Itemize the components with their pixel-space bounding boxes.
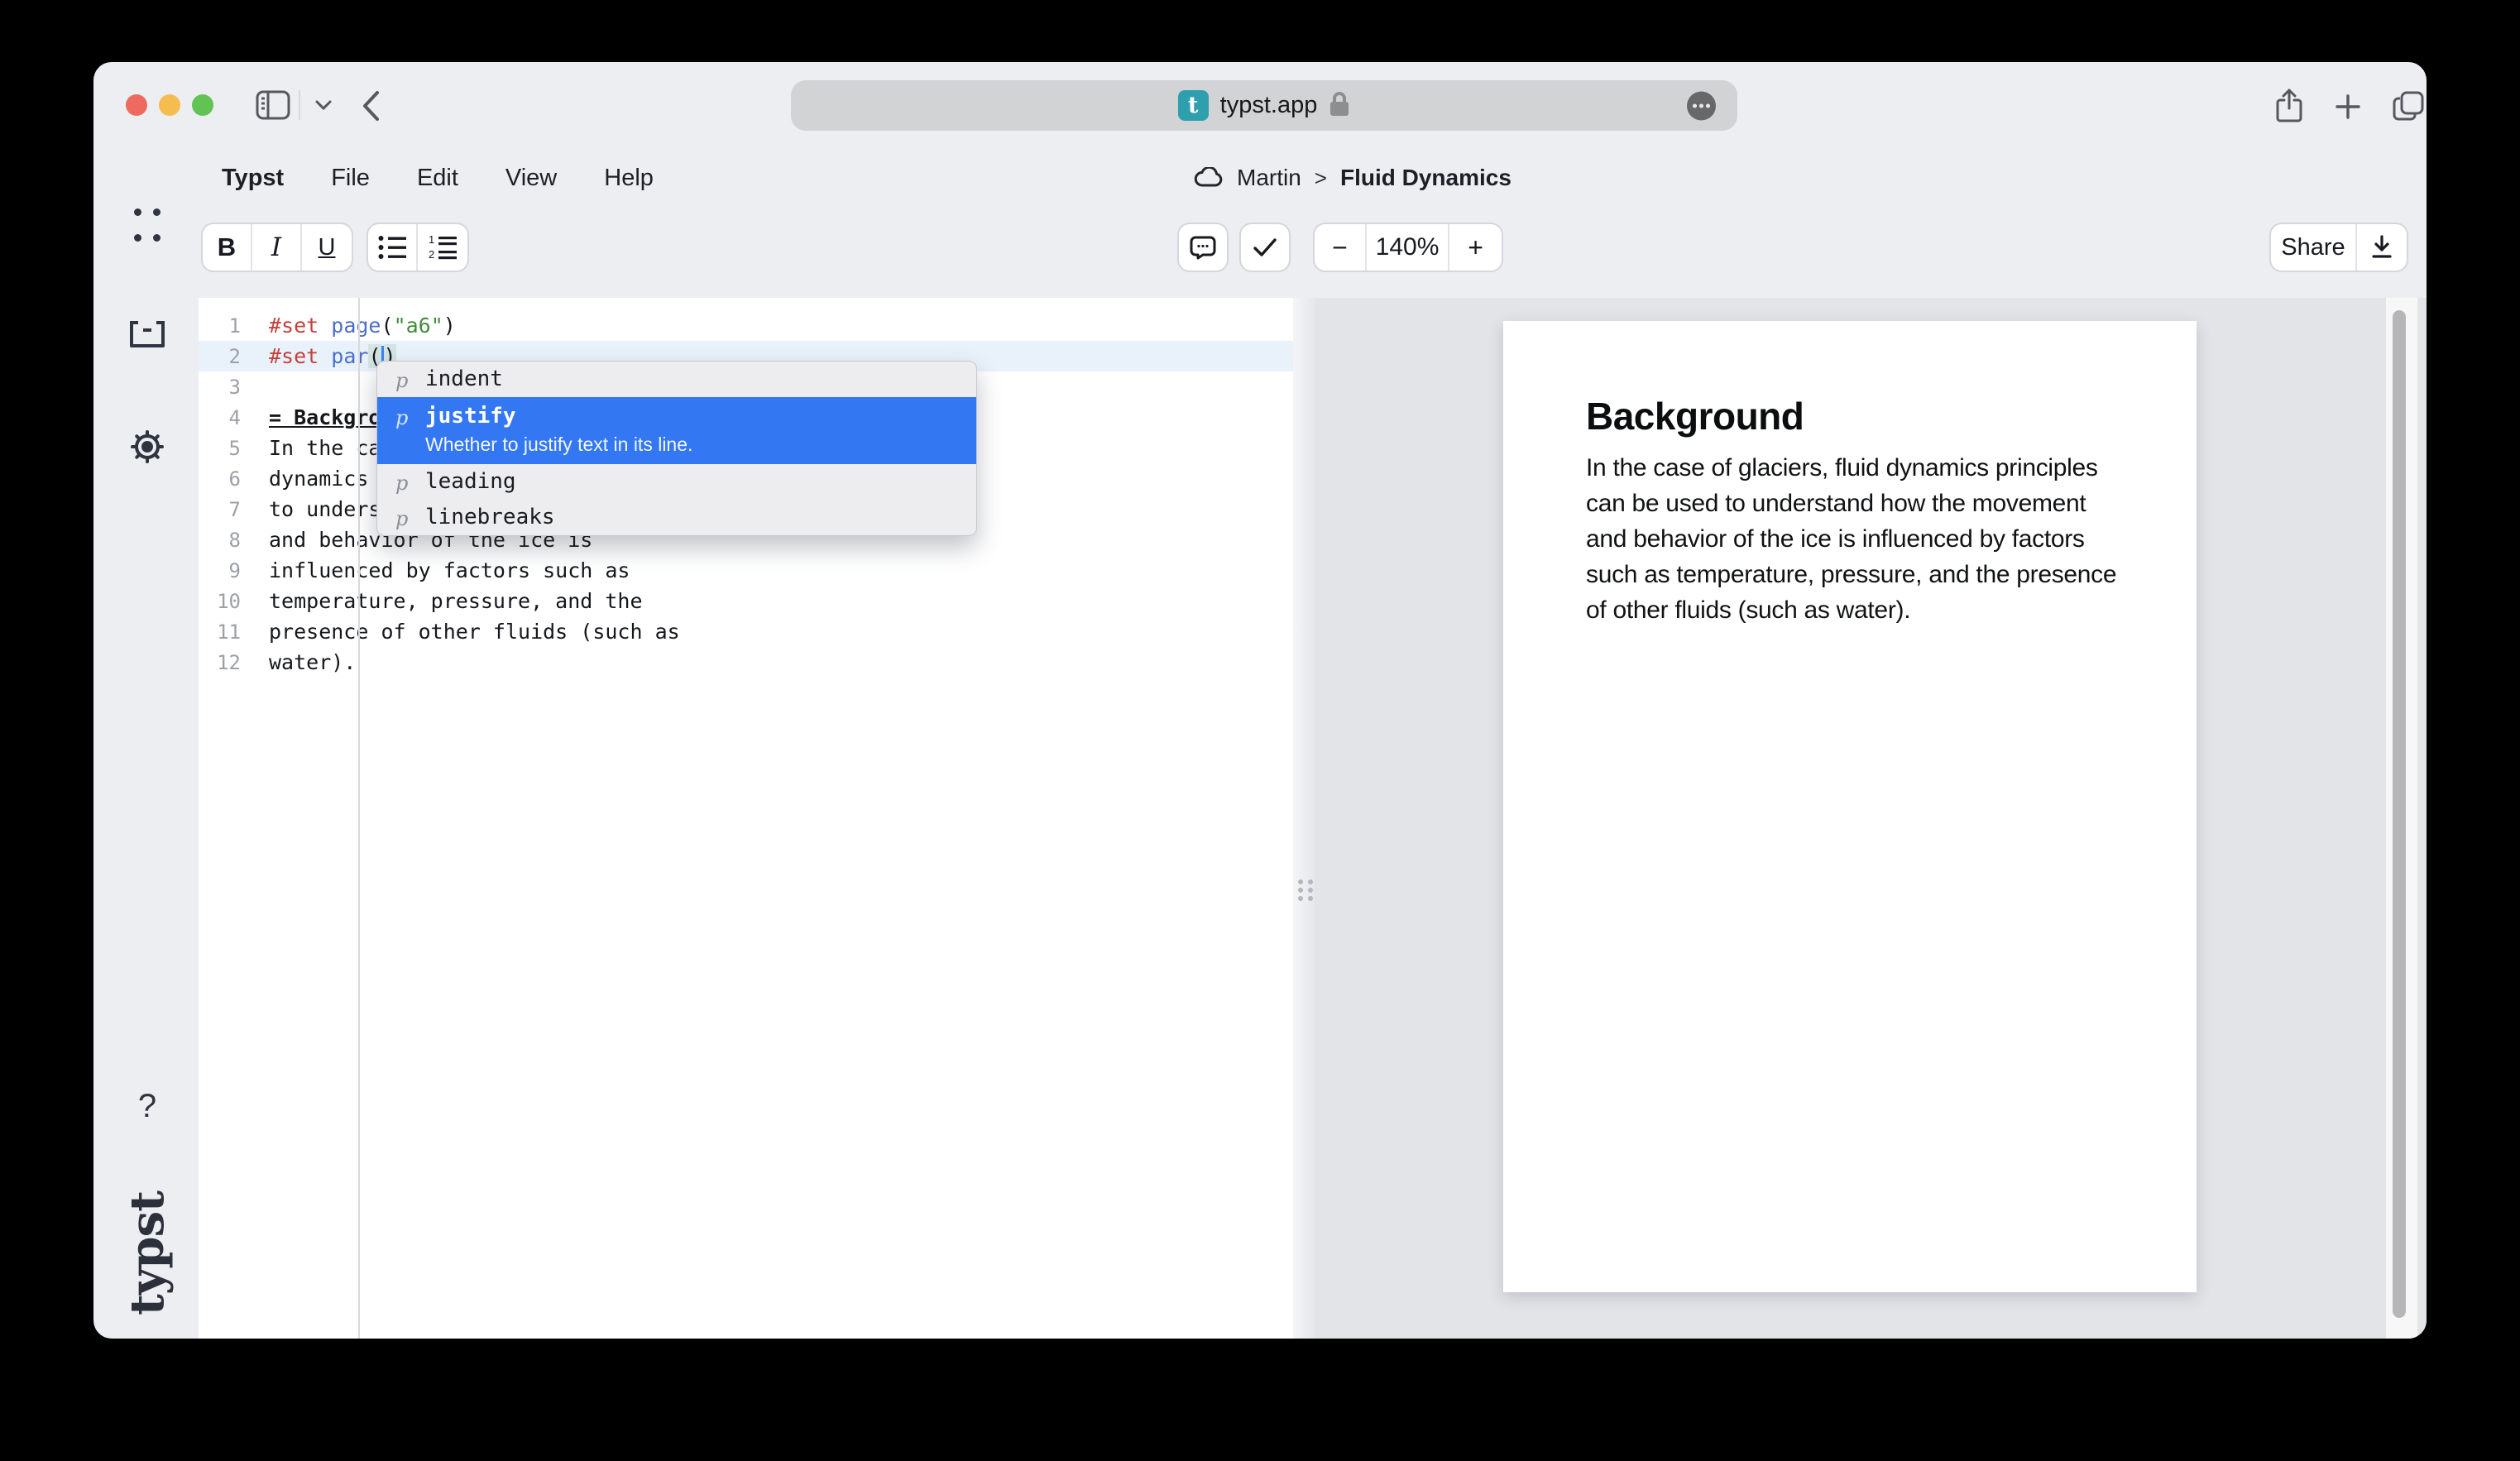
menu-file[interactable]: File xyxy=(331,165,370,192)
help-button[interactable]: ? xyxy=(127,1085,168,1127)
chrome-divider xyxy=(299,90,300,120)
menu-view[interactable]: View xyxy=(505,165,557,192)
param-marker: p xyxy=(395,505,425,530)
comment-icon xyxy=(1190,235,1216,260)
code-line[interactable]: 10temperature, pressure, and the xyxy=(199,586,1293,616)
share-page-icon[interactable] xyxy=(2275,89,2303,127)
browser-window: t typst.app xyxy=(93,62,2427,1339)
typst-logo: typst xyxy=(103,1162,191,1339)
line-number: 7 xyxy=(199,498,241,521)
italic-button[interactable]: I xyxy=(252,224,302,271)
new-tab-icon[interactable] xyxy=(2334,93,2362,125)
autocomplete-description: Whether to justify text in its line. xyxy=(425,434,692,456)
chevron-down-icon[interactable] xyxy=(314,98,333,116)
drag-dots-icon xyxy=(1298,879,1313,901)
desktop-background: t typst.app xyxy=(0,0,2520,1461)
breadcrumb: Martin > Fluid Dynamics xyxy=(1194,165,1512,191)
preview-heading: Background xyxy=(1586,394,2120,438)
line-number: 6 xyxy=(199,467,241,491)
zoom-in-button[interactable]: + xyxy=(1449,224,1502,271)
autocomplete-dropdown: p indent p justify Whether to justify te… xyxy=(376,361,977,536)
line-number: 1 xyxy=(199,314,241,338)
comment-button[interactable] xyxy=(1179,224,1227,271)
lock-icon xyxy=(1329,91,1350,122)
back-icon[interactable] xyxy=(360,89,381,127)
code-line[interactable]: 9influenced by factors such as xyxy=(199,555,1293,586)
param-marker: p xyxy=(395,469,425,495)
autocomplete-item-leading[interactable]: p leading xyxy=(377,464,976,500)
zoom-window-button[interactable] xyxy=(192,94,213,116)
preview-body: In the case of glaciers, fluid dynamics … xyxy=(1586,450,2120,628)
line-number: 11 xyxy=(199,620,241,644)
numbered-list-icon: 1 2 xyxy=(429,234,457,261)
url-text: typst.app xyxy=(1220,92,1318,119)
zoom-control-group: − 140% + xyxy=(1313,223,1503,272)
line-number: 4 xyxy=(199,406,241,429)
bold-button[interactable]: B xyxy=(203,224,252,271)
cloud-icon xyxy=(1194,167,1224,189)
app-menubar: Typst File Edit View Help xyxy=(222,165,654,192)
download-button[interactable] xyxy=(2357,224,2407,271)
zoom-level[interactable]: 140% xyxy=(1367,224,1449,271)
autocomplete-item-justify[interactable]: p justify Whether to justify text in its… xyxy=(377,397,976,464)
param-marker: p xyxy=(395,404,425,429)
files-tray-icon[interactable] xyxy=(127,314,168,356)
zoom-out-button[interactable]: − xyxy=(1315,224,1367,271)
svg-text:1: 1 xyxy=(429,234,434,246)
menu-edit[interactable]: Edit xyxy=(417,165,458,192)
address-bar[interactable]: t typst.app xyxy=(791,80,1737,131)
svg-text:2: 2 xyxy=(429,248,434,261)
rendered-page: Background In the case of glaciers, flui… xyxy=(1503,321,2197,1292)
numbered-list-button[interactable]: 1 2 xyxy=(418,224,467,271)
download-icon xyxy=(2371,235,2393,260)
compile-success-button[interactable] xyxy=(1241,224,1289,271)
share-group: Share xyxy=(2269,223,2408,272)
bullet-list-button[interactable] xyxy=(368,224,418,271)
line-number: 12 xyxy=(199,651,241,674)
menu-help[interactable]: Help xyxy=(604,165,654,192)
autocomplete-item-linebreaks[interactable]: p linebreaks xyxy=(377,500,976,535)
preview-scrollbar-track[interactable] xyxy=(2386,298,2417,1339)
page-title: Fluid Dynamics xyxy=(1340,165,1512,191)
list-format-group: 1 2 xyxy=(367,223,469,272)
page-options-icon[interactable] xyxy=(1687,91,1716,120)
pane-resize-handle[interactable] xyxy=(1293,298,1315,1339)
gutter-divider xyxy=(358,298,360,1339)
minimize-window-button[interactable] xyxy=(159,94,180,116)
close-window-button[interactable] xyxy=(126,94,147,116)
preview-scrollbar-thumb[interactable] xyxy=(2393,310,2406,1318)
code-line[interactable]: 11presence of other fluids (such as xyxy=(199,616,1293,647)
preview-pane[interactable]: Background In the case of glaciers, flui… xyxy=(1315,298,2427,1339)
breadcrumb-workspace[interactable]: Martin xyxy=(1237,165,1301,191)
code-line[interactable]: 12water). xyxy=(199,647,1293,678)
line-number: 3 xyxy=(199,376,241,399)
param-marker: p xyxy=(395,366,425,392)
underline-button[interactable]: U xyxy=(302,224,352,271)
line-number: 5 xyxy=(199,437,241,460)
sidebar-toggle-icon[interactable] xyxy=(256,90,290,124)
bullet-list-icon xyxy=(378,235,406,260)
compile-status-group xyxy=(1239,223,1291,272)
line-number: 9 xyxy=(199,559,241,582)
comments-group xyxy=(1177,223,1229,272)
tab-overview-icon[interactable] xyxy=(2392,89,2425,127)
breadcrumb-separator: > xyxy=(1315,165,1327,191)
share-button[interactable]: Share xyxy=(2271,224,2357,271)
settings-gear-icon[interactable] xyxy=(127,426,168,467)
text-format-group: B I U xyxy=(201,223,353,272)
checkmark-icon xyxy=(1253,237,1277,257)
autocomplete-item-indent[interactable]: p indent xyxy=(377,362,976,397)
menu-typst[interactable]: Typst xyxy=(222,165,284,192)
apps-grid-icon[interactable] xyxy=(127,204,168,246)
line-number: 8 xyxy=(199,529,241,552)
site-favicon: t xyxy=(1178,90,1209,121)
line-number: 10 xyxy=(199,590,241,613)
line-number: 2 xyxy=(199,345,241,368)
code-line[interactable]: 1#set page("a6") xyxy=(199,310,1293,341)
